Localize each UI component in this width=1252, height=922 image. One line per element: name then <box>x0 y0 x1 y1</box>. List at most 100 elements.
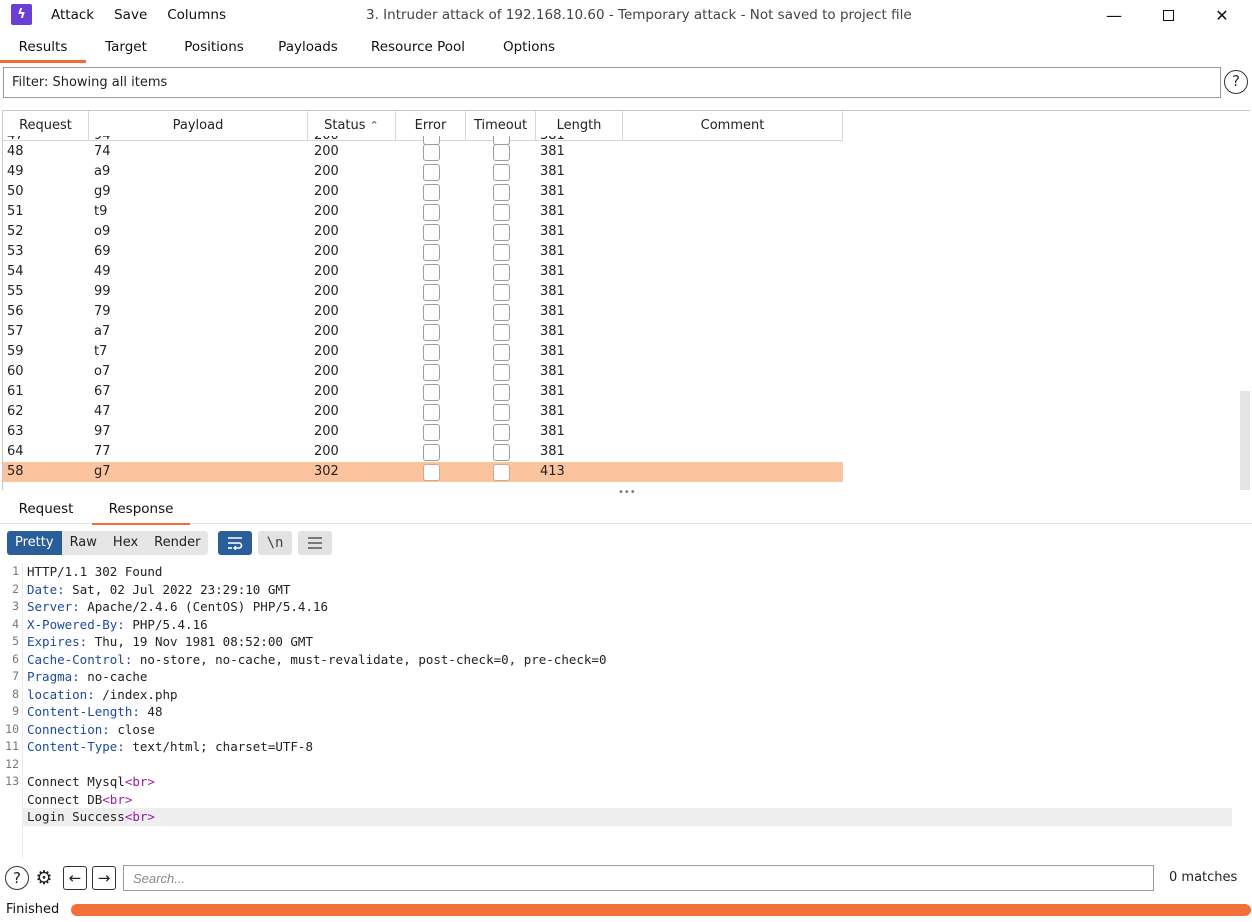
cell-payload: o9 <box>94 224 111 239</box>
status-label: Finished <box>6 902 60 917</box>
table-scrollbar-thumb[interactable] <box>1240 391 1250 490</box>
view-render-button[interactable]: Render <box>146 531 208 555</box>
timeout-checkbox <box>492 223 510 241</box>
cell-comment <box>623 322 843 342</box>
search-input[interactable] <box>123 865 1154 891</box>
table-row-selected[interactable]: 58 g7 302 413 <box>3 462 843 482</box>
table-row[interactable]: 60 o7 200 381 <box>3 362 843 382</box>
cell-payload: 79 <box>94 304 111 319</box>
cell-payload: t9 <box>94 204 108 219</box>
minimize-icon[interactable]: — <box>1094 0 1134 30</box>
menu-columns[interactable]: Columns <box>157 7 236 23</box>
tab-results[interactable]: Results <box>0 33 86 63</box>
view-hex-button[interactable]: Hex <box>105 531 146 555</box>
cell-length: 381 <box>540 304 565 319</box>
html-tag: <br> <box>102 791 133 807</box>
header-value: Login Success <box>27 809 125 824</box>
cell-error <box>396 162 466 182</box>
timeout-checkbox <box>492 243 510 261</box>
table-row[interactable]: 64 77 200 381 <box>3 442 843 462</box>
table-row[interactable]: 62 47 200 381 <box>3 402 843 422</box>
cell-payload: 69 <box>94 244 111 259</box>
cell-timeout <box>466 242 536 262</box>
code-text: Content-Type: text/html; charset=UTF-8 <box>22 738 313 756</box>
timeout-checkbox <box>492 383 510 401</box>
cell-error <box>396 142 466 162</box>
cell-comment <box>623 362 843 382</box>
code-line: 12 <box>0 756 1238 774</box>
gear-icon[interactable]: ⚙ <box>32 866 56 890</box>
header-name: Content-Type: <box>27 739 125 754</box>
table-row[interactable]: 59 t7 200 381 <box>3 342 843 362</box>
error-checkbox <box>422 463 440 481</box>
error-checkbox <box>422 283 440 301</box>
hamburger-menu-icon[interactable] <box>298 531 332 555</box>
tab-target[interactable]: Target <box>86 33 166 63</box>
cell-length: 413 <box>540 464 565 479</box>
close-icon[interactable]: ✕ <box>1202 0 1242 30</box>
show-newlines-icon[interactable]: \n <box>258 531 292 555</box>
attack-tabs: Results Target Positions Payloads Resour… <box>0 33 1252 63</box>
view-pretty-button[interactable]: Pretty <box>7 531 62 555</box>
cell-status: 200 <box>314 364 339 379</box>
cell-error <box>396 342 466 362</box>
line-number: 8 <box>12 686 19 701</box>
filter-bar[interactable]: Filter: Showing all items <box>3 67 1221 98</box>
tab-options[interactable]: Options <box>482 33 576 63</box>
line-number: 13 <box>5 774 19 788</box>
cell-comment <box>623 422 843 442</box>
splitter-grip-icon[interactable]: ••• <box>618 488 636 498</box>
view-raw-button[interactable]: Raw <box>62 531 105 555</box>
code-line: 8 location: /index.php <box>0 686 1238 704</box>
code-text: Cache-Control: no-store, no-cache, must-… <box>22 651 606 669</box>
header-name: Cache-Control: <box>27 651 133 667</box>
table-row[interactable]: 54 49 200 381 <box>3 262 843 282</box>
tab-resource-pool[interactable]: Resource Pool <box>354 33 482 63</box>
cell-comment <box>623 242 843 262</box>
maximize-icon[interactable] <box>1148 0 1188 30</box>
table-row[interactable]: 52 o9 200 381 <box>3 222 843 242</box>
error-checkbox <box>422 343 440 361</box>
tab-positions[interactable]: Positions <box>166 33 262 63</box>
code-text: Server: Apache/2.4.6 (CentOS) PHP/5.4.16 <box>22 598 328 616</box>
cell-payload: 74 <box>94 144 111 159</box>
menu-save[interactable]: Save <box>104 7 157 23</box>
tab-payloads[interactable]: Payloads <box>262 33 354 63</box>
table-row[interactable]: 63 97 200 381 <box>3 422 843 442</box>
table-row[interactable]: 51 t9 200 381 <box>3 202 843 222</box>
arrow-left-icon[interactable]: ← <box>63 866 87 890</box>
response-editor[interactable]: 1 HTTP/1.1 302 Found 2 Date: Sat, 02 Jul 20… <box>0 563 1240 863</box>
error-checkbox <box>422 443 440 461</box>
table-row[interactable]: 61 67 200 381 <box>3 382 843 402</box>
code-text: Connect DB<br> <box>22 791 132 809</box>
table-row[interactable]: 55 99 200 381 <box>3 282 843 302</box>
html-tag: <br> <box>124 774 155 789</box>
menu-attack[interactable]: Attack <box>41 7 104 23</box>
header-name: Pragma: <box>27 669 80 684</box>
arrow-right-icon[interactable]: → <box>92 866 116 890</box>
table-row[interactable]: 57 a7 200 381 <box>3 322 843 342</box>
code-line: 2 Date: Sat, 02 Jul 2022 23:29:10 GMT <box>0 581 1238 599</box>
help-icon[interactable]: ? <box>5 866 29 890</box>
cell-length: 381 <box>540 264 565 279</box>
table-row[interactable]: 56 79 200 381 <box>3 302 843 322</box>
tab-response[interactable]: Response <box>92 496 190 525</box>
code-text: Login Success<br> <box>22 808 1232 826</box>
timeout-checkbox <box>492 203 510 221</box>
help-icon[interactable]: ? <box>1224 70 1248 94</box>
cell-timeout <box>466 202 536 222</box>
error-checkbox <box>422 203 440 221</box>
tab-request[interactable]: Request <box>0 496 92 524</box>
table-row[interactable]: 53 69 200 381 <box>3 242 843 262</box>
cell-timeout <box>466 162 536 182</box>
table-row[interactable]: 48 74 200 381 <box>3 142 843 162</box>
match-count: 0 matches <box>1169 870 1238 885</box>
timeout-checkbox <box>492 183 510 201</box>
cell-comment <box>623 442 843 462</box>
word-wrap-icon[interactable] <box>218 531 252 555</box>
message-tabs: Request Response <box>0 496 1252 525</box>
table-row[interactable]: 50 g9 200 381 <box>3 182 843 202</box>
cell-request: 62 <box>7 404 24 419</box>
table-row[interactable]: 49 a9 200 381 <box>3 162 843 182</box>
cell-request: 56 <box>7 304 24 319</box>
